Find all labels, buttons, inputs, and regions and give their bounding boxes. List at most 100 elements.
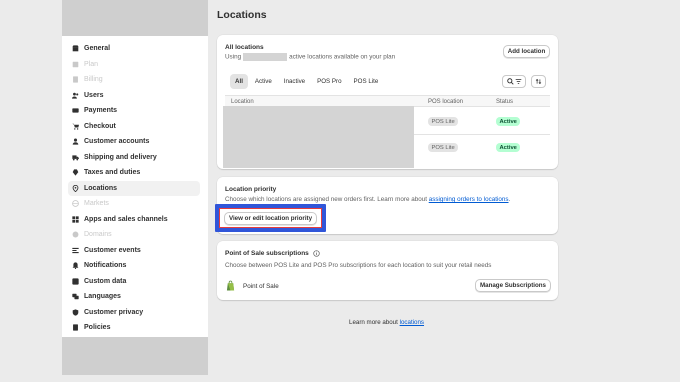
assigning-orders-link[interactable]: assigning orders to locations: [429, 196, 509, 203]
status-badge: Active: [496, 117, 521, 126]
status-badge: Active: [496, 143, 521, 152]
sidebar-item-locations[interactable]: Locations: [68, 180, 200, 196]
sidebar-item-custom-data[interactable]: Custom data: [68, 274, 200, 290]
domain-icon: [72, 231, 79, 238]
users-icon: [72, 92, 79, 99]
tab-pos-pro[interactable]: POS Pro: [312, 74, 346, 89]
shopify-bag-icon: [226, 280, 235, 291]
filter-icon: [515, 79, 521, 84]
sort-icon: [535, 78, 542, 85]
sidebar-item-label: Apps and sales channels: [84, 215, 168, 223]
sidebar-item-payments[interactable]: Payments: [68, 103, 200, 119]
tab-inactive[interactable]: Inactive: [279, 74, 310, 89]
sidebar-item-label: General: [84, 45, 111, 53]
sidebar-item-label: Domains: [84, 231, 112, 239]
sidebar-item-label: Customer privacy: [84, 308, 144, 316]
sidebar-item-label: Locations: [84, 184, 118, 192]
sidebar-item-label: Markets: [84, 200, 109, 208]
sidebar-item-shipping-and-delivery[interactable]: Shipping and delivery: [68, 150, 200, 166]
sidebar-item-customer-events[interactable]: Customer events: [68, 243, 200, 259]
page-title: Locations: [217, 9, 267, 21]
tax-icon: [72, 169, 79, 176]
subtitle-prefix: Using: [225, 53, 242, 61]
all-locations-title: All locations: [225, 44, 264, 51]
sidebar-item-label: Payments: [84, 107, 118, 115]
search-icon: [506, 78, 514, 85]
apps-icon: [72, 216, 79, 223]
tab-active[interactable]: Active: [250, 74, 277, 89]
subtitle-suffix: active locations available on your plan: [289, 53, 396, 61]
locations-help-link[interactable]: locations: [400, 319, 424, 326]
sidebar-top-placeholder: [62, 0, 208, 36]
sidebar-item-customer-privacy[interactable]: Customer privacy: [68, 305, 200, 321]
person-icon: [72, 138, 79, 145]
sidebar-item-checkout[interactable]: Checkout: [68, 119, 200, 135]
sidebar-item-users[interactable]: Users: [68, 88, 200, 104]
sort-button[interactable]: [531, 75, 546, 88]
priority-period: .: [508, 196, 511, 203]
pos-badge: POS Lite: [428, 143, 459, 152]
sidebar-item-general[interactable]: General: [68, 41, 200, 57]
bell-icon: [72, 262, 79, 270]
redacted-location-names: [223, 106, 414, 168]
cart-icon: [72, 123, 79, 130]
footer-learn-more: Learn more about locations: [349, 319, 424, 326]
footer-text: Learn more about: [349, 319, 398, 326]
sidebar-item-customer-accounts[interactable]: Customer accounts: [68, 134, 200, 150]
all-locations-subtitle: Using active locations available on your …: [225, 53, 395, 61]
sidebar-item-label: Plan: [84, 60, 99, 68]
column-location: Location: [231, 99, 254, 105]
add-location-button[interactable]: Add location: [503, 45, 550, 58]
events-icon: [72, 247, 79, 254]
pos-title: Point of Sale subscriptions: [225, 250, 309, 257]
sidebar-item-apps-and-sales-channels[interactable]: Apps and sales channels: [68, 212, 200, 228]
settings-sidebar: General Plan Billing Users Payments Checkout C…: [62, 36, 208, 337]
location-icon: [72, 184, 79, 192]
column-pos-location: POS location: [428, 99, 464, 105]
sidebar-item-label: Notifications: [84, 262, 127, 270]
sidebar-item-label: Shipping and delivery: [84, 153, 157, 161]
sidebar-bottom-placeholder: [62, 337, 208, 375]
info-icon[interactable]: [313, 250, 320, 257]
priority-description: Choose which locations are assigned new …: [225, 196, 427, 203]
sidebar-item-label: Users: [84, 91, 104, 99]
redacted-count: [243, 53, 288, 61]
sidebar-item-markets[interactable]: Markets: [68, 196, 200, 212]
sidebar-item-label: Customer events: [84, 246, 141, 254]
tab-all[interactable]: All: [230, 74, 248, 89]
sidebar-item-plan[interactable]: Plan: [68, 57, 200, 73]
truck-icon: [72, 154, 79, 161]
store-icon: [72, 45, 79, 52]
globe-icon: [72, 200, 79, 208]
sidebar-item-label: Policies: [84, 324, 111, 332]
privacy-icon: [72, 309, 79, 316]
payments-icon: [72, 107, 79, 114]
location-priority-text: Choose which locations are assigned new …: [225, 196, 510, 203]
sidebar-item-label: Customer accounts: [84, 138, 150, 146]
pos-subscriptions-card: Point of Sale subscriptions Choose betwe…: [217, 241, 558, 300]
sidebar-item-taxes-and-duties[interactable]: Taxes and duties: [68, 165, 200, 181]
pos-badge: POS Lite: [428, 117, 459, 126]
sidebar-item-languages[interactable]: Languages: [68, 289, 200, 305]
sidebar-item-domains[interactable]: Domains: [68, 227, 200, 243]
search-filter-button[interactable]: [502, 75, 526, 88]
sidebar-item-label: Billing: [84, 76, 103, 84]
data-icon: [72, 278, 79, 285]
sidebar-item-label: Languages: [84, 293, 121, 301]
sidebar-item-label: Taxes and duties: [84, 169, 141, 177]
column-status: Status: [496, 99, 514, 105]
sidebar-item-billing[interactable]: Billing: [68, 72, 200, 88]
plan-icon: [72, 61, 79, 68]
sidebar-item-policies[interactable]: Policies: [68, 320, 200, 336]
language-icon: [72, 293, 79, 300]
view-edit-priority-button[interactable]: View or edit location priority: [224, 212, 317, 225]
location-filter-tabs: All Active Inactive POS Pro POS Lite: [230, 74, 383, 89]
pos-description: Choose between POS Lite and POS Pro subs…: [225, 262, 492, 269]
pos-title-row: Point of Sale subscriptions: [225, 250, 320, 257]
manage-subscriptions-button[interactable]: Manage Subscriptions: [475, 279, 551, 292]
sidebar-item-label: Custom data: [84, 277, 127, 285]
tab-pos-lite[interactable]: POS Lite: [349, 74, 384, 89]
sidebar-item-notifications[interactable]: Notifications: [68, 258, 200, 274]
policies-icon: [72, 324, 79, 331]
pos-app-name: Point of Sale: [243, 283, 279, 290]
